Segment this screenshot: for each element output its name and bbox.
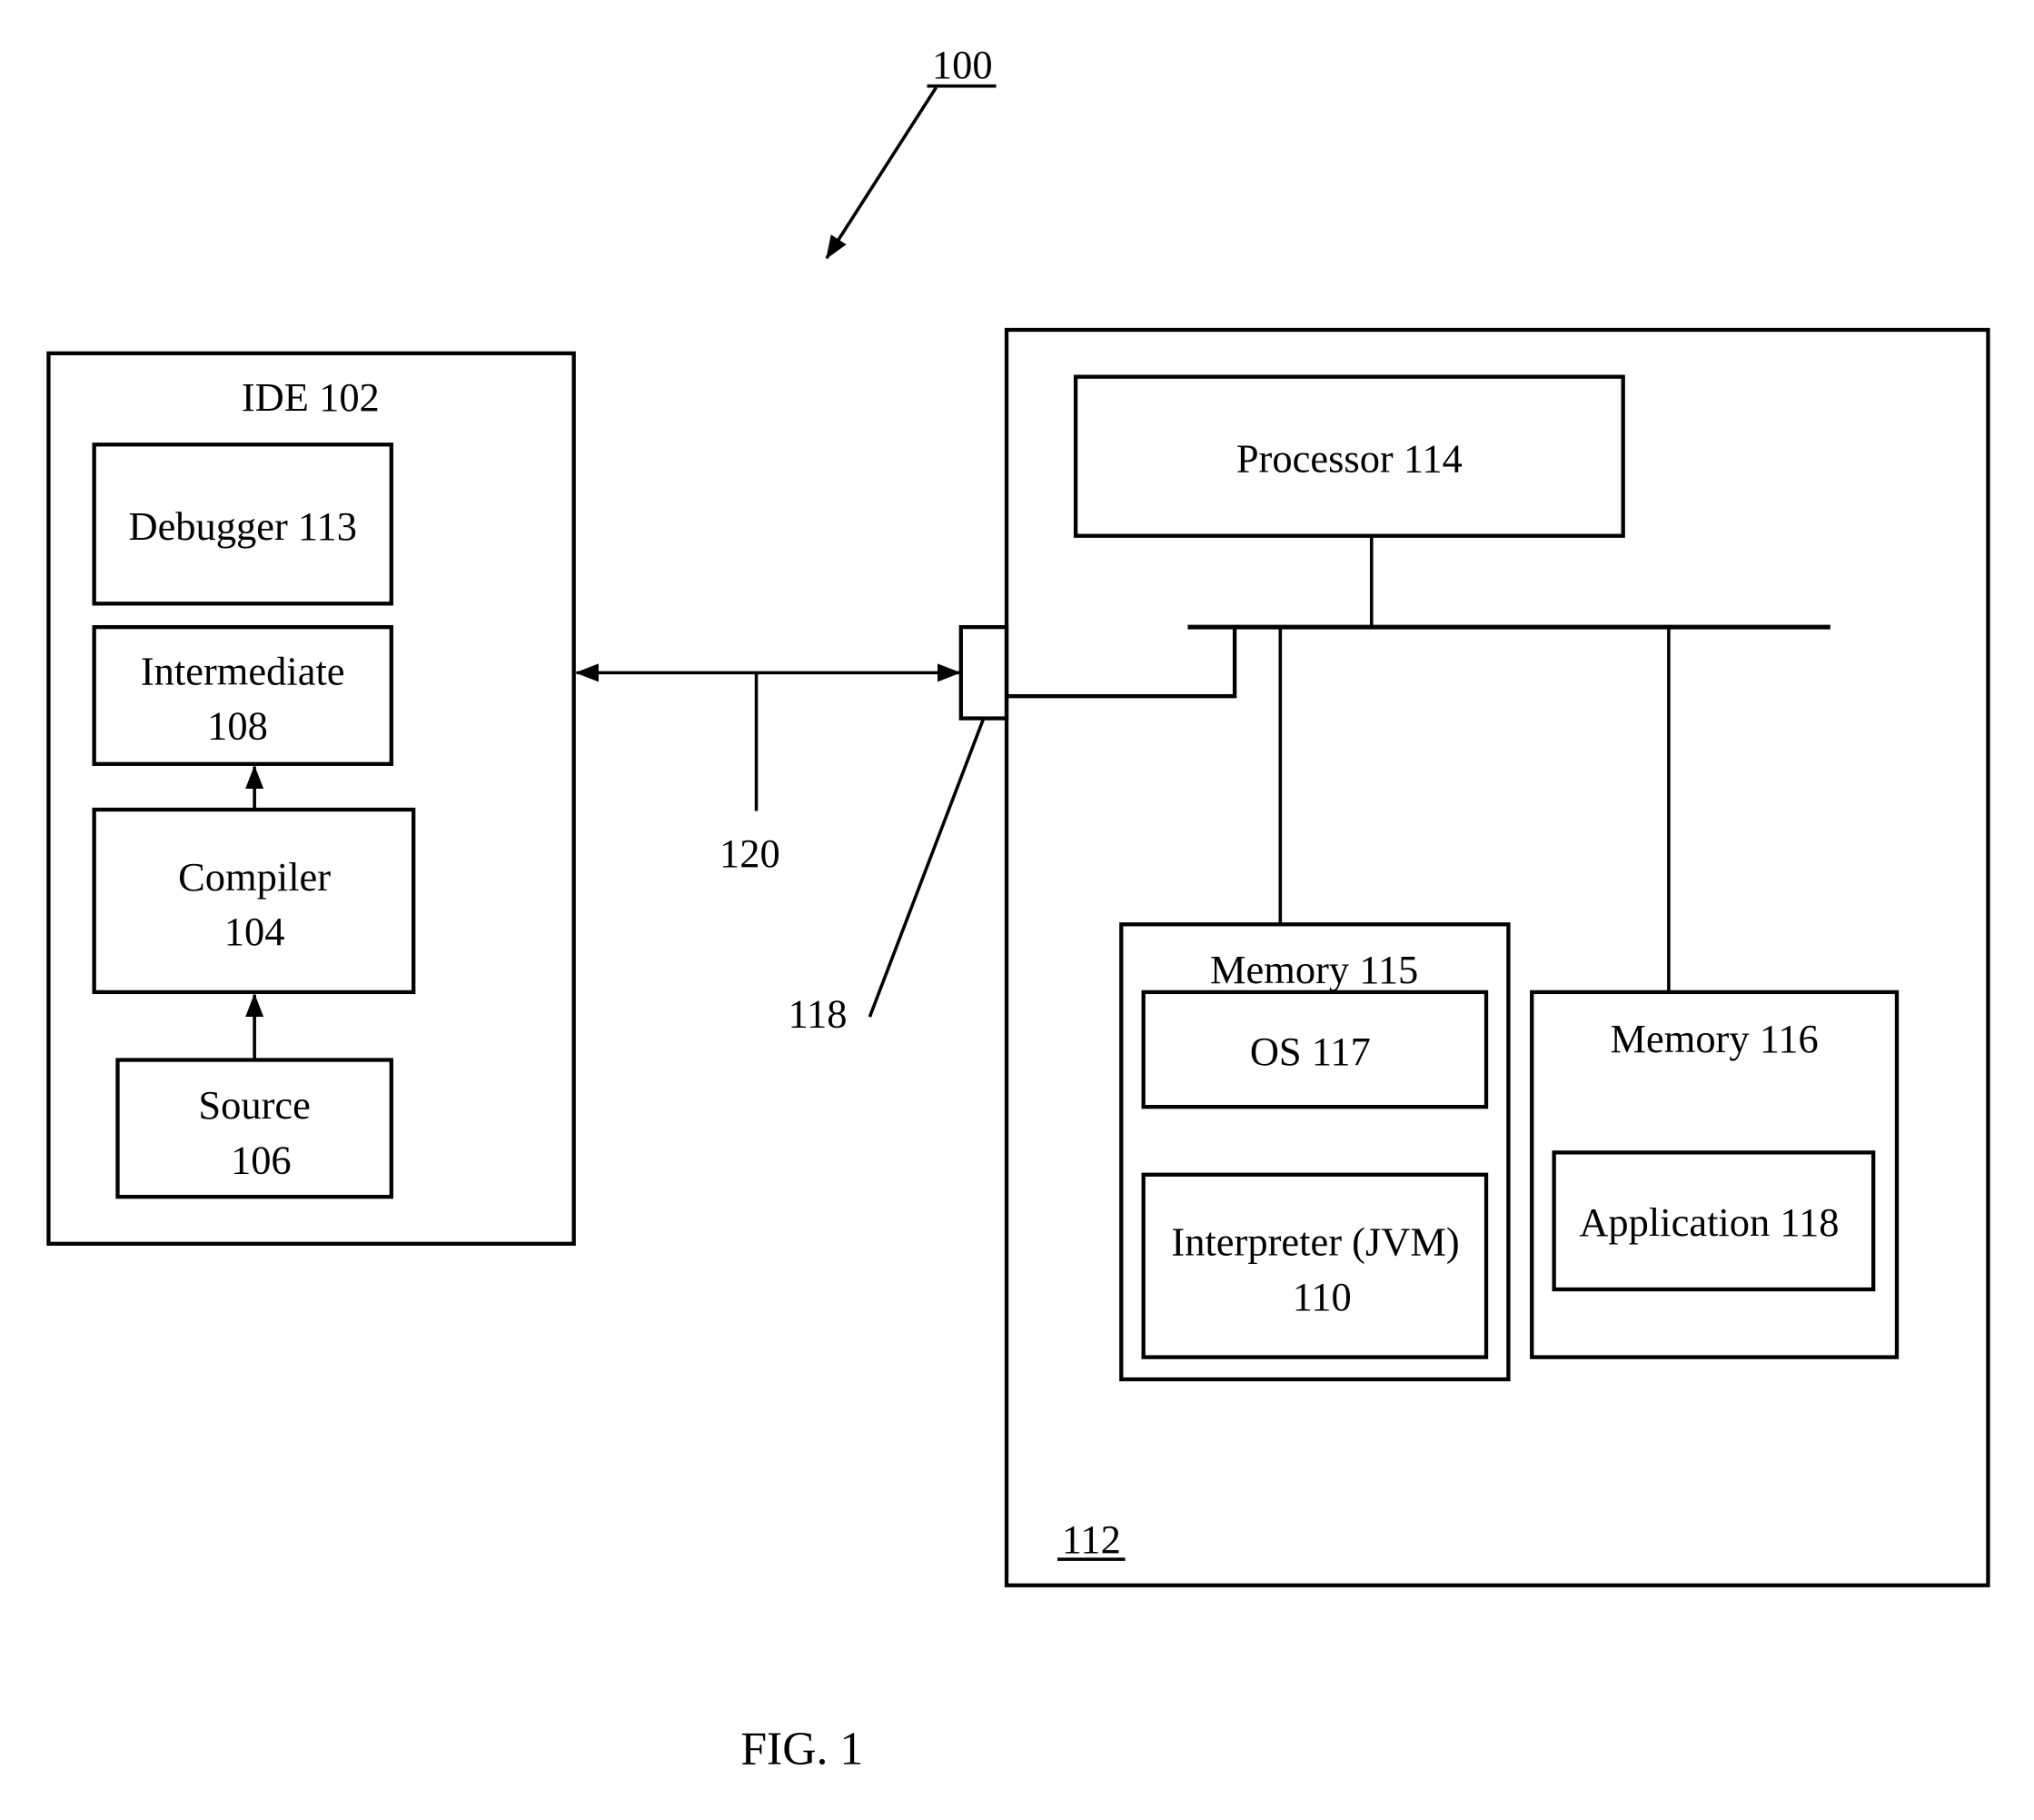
source-label-1: Source xyxy=(198,1082,310,1128)
interpreter-box: Interpreter (JVM) 110 xyxy=(1141,1172,1489,1359)
memory116-label: Memory 116 xyxy=(1610,1016,1818,1061)
system-reference: 100 xyxy=(825,42,997,260)
interpreter-label-1: Interpreter (JVM) xyxy=(1171,1219,1459,1265)
ide-title: IDE 102 xyxy=(242,374,380,420)
port-leader xyxy=(868,719,985,1018)
debugger-label: Debugger 113 xyxy=(128,503,357,549)
source-box: Source 106 xyxy=(115,1058,393,1199)
compiler-label-1: Compiler xyxy=(178,854,331,900)
intermediate-label-2: 108 xyxy=(207,703,268,749)
figure-caption: FIG. 1 xyxy=(740,1723,863,1775)
port-box xyxy=(958,624,1009,721)
application-box: Application 118 xyxy=(1552,1150,1876,1292)
link-ref-label: 120 xyxy=(719,830,780,876)
link-120: 120 xyxy=(575,663,961,876)
source-label-2: 106 xyxy=(231,1137,292,1182)
intermediate-label-1: Intermediate xyxy=(141,648,345,693)
os-box: OS 117 xyxy=(1141,990,1489,1109)
interpreter-label-2: 110 xyxy=(1293,1274,1352,1319)
intermediate-box: Intermediate 108 xyxy=(92,624,393,766)
fig1-diagram: 100 IDE 102 Debugger 113 Intermediate 10… xyxy=(46,42,1990,1775)
device-box: 112 118 Processor 114 Memory 115 OS 117 xyxy=(788,327,1990,1587)
processor-label: Processor 114 xyxy=(1236,435,1463,481)
application-label: Application 118 xyxy=(1579,1199,1839,1245)
port-ref-label: 118 xyxy=(788,991,847,1037)
os-label: OS 117 xyxy=(1250,1029,1371,1074)
port-to-bus-line xyxy=(1007,627,1237,699)
device-ref-label: 112 xyxy=(1062,1517,1121,1562)
system-ref-arrow xyxy=(825,86,938,260)
debugger-box: Debugger 113 xyxy=(92,443,393,606)
ide-box: IDE 102 Debugger 113 Intermediate 108 Co… xyxy=(46,351,576,1246)
compiler-box: Compiler 104 xyxy=(92,807,416,995)
memory116-box: Memory 116 Application 118 xyxy=(1530,990,1900,1359)
memory115-box: Memory 115 OS 117 Interpreter (JVM) 110 xyxy=(1119,922,1511,1382)
processor-box: Processor 114 xyxy=(1073,374,1625,538)
compiler-label-2: 104 xyxy=(224,909,285,954)
system-ref-label: 100 xyxy=(932,42,993,87)
memory115-label: Memory 115 xyxy=(1210,947,1418,992)
